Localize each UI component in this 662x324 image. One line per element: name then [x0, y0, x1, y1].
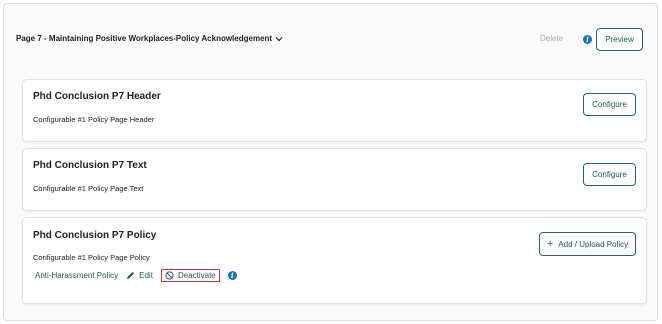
- info-icon[interactable]: i: [227, 271, 237, 280]
- ban-icon: [165, 271, 174, 280]
- page-title: Page 7 - Maintaining Positive Workplaces…: [16, 34, 273, 43]
- card-title: Phd Conclusion P7 Header: [33, 91, 161, 102]
- card-title: Phd Conclusion P7 Text: [33, 160, 147, 171]
- configure-button[interactable]: Configure: [583, 163, 636, 186]
- component-card-text: Phd Conclusion P7 Text Configurable #1 P…: [22, 148, 647, 211]
- card-subtitle: Configurable #1 Policy Page Text: [33, 184, 144, 193]
- card-subtitle: Configurable #1 Policy Page Policy: [33, 253, 150, 262]
- edit-label: Edit: [139, 271, 153, 280]
- component-card-header: Phd Conclusion P7 Header Configurable #1…: [22, 79, 647, 142]
- deactivate-button[interactable]: Deactivate: [160, 269, 220, 282]
- add-upload-policy-label: Add / Upload Policy: [558, 239, 629, 249]
- preview-button[interactable]: Preview: [596, 28, 643, 51]
- card-subtitle: Configurable #1 Policy Page Header: [33, 115, 155, 124]
- component-card-policy: Phd Conclusion P7 Policy Configurable #1…: [22, 217, 647, 304]
- plus-icon: +: [546, 238, 554, 250]
- card-title: Phd Conclusion P7 Policy: [33, 230, 157, 241]
- deactivate-label: Deactivate: [177, 271, 216, 280]
- configure-button[interactable]: Configure: [583, 93, 636, 116]
- policy-row: Anti-Harassment Policy Edit Deactivate i: [35, 269, 237, 282]
- add-upload-policy-button[interactable]: + Add / Upload Policy: [539, 232, 636, 256]
- policy-link[interactable]: Anti-Harassment Policy: [35, 271, 118, 280]
- chevron-down-icon: [275, 35, 283, 43]
- edit-button[interactable]: Edit: [126, 271, 153, 280]
- pencil-icon: [126, 271, 135, 280]
- info-icon[interactable]: i: [583, 35, 592, 44]
- page-selector-dropdown[interactable]: Page 7 - Maintaining Positive Workplaces…: [16, 34, 283, 43]
- page-frame: Page 7 - Maintaining Positive Workplaces…: [3, 3, 658, 321]
- delete-button[interactable]: Delete: [540, 34, 563, 43]
